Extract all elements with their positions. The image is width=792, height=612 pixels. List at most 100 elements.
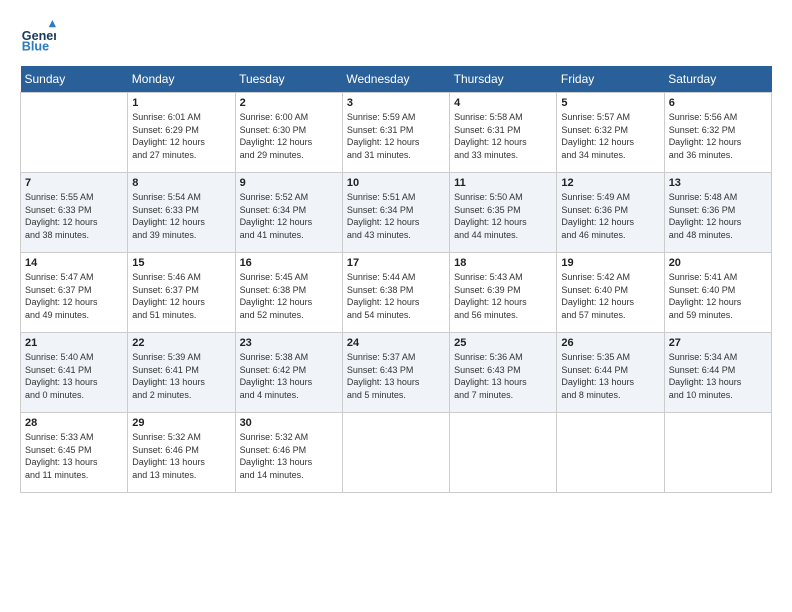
day-info: Sunrise: 5:57 AM Sunset: 6:32 PM Dayligh… bbox=[561, 111, 659, 161]
calendar-week-4: 21 Sunrise: 5:40 AM Sunset: 6:41 PM Dayli… bbox=[21, 333, 772, 413]
calendar-body: 1 Sunrise: 6:01 AM Sunset: 6:29 PM Daylig… bbox=[21, 93, 772, 493]
day-info: Sunrise: 5:41 AM Sunset: 6:40 PM Dayligh… bbox=[669, 271, 767, 321]
day-info: Sunrise: 5:45 AM Sunset: 6:38 PM Dayligh… bbox=[240, 271, 338, 321]
day-number: 11 bbox=[454, 177, 552, 189]
day-number: 24 bbox=[347, 337, 445, 349]
calendar-cell: 1 Sunrise: 6:01 AM Sunset: 6:29 PM Daylig… bbox=[128, 93, 235, 173]
day-number: 17 bbox=[347, 257, 445, 269]
day-number: 19 bbox=[561, 257, 659, 269]
calendar-cell: 4 Sunrise: 5:58 AM Sunset: 6:31 PM Daylig… bbox=[450, 93, 557, 173]
day-number: 10 bbox=[347, 177, 445, 189]
weekday-header-tuesday: Tuesday bbox=[235, 66, 342, 93]
day-info: Sunrise: 5:54 AM Sunset: 6:33 PM Dayligh… bbox=[132, 191, 230, 241]
calendar-cell: 22Sunrise: 5:39 AM Sunset: 6:41 PM Dayli… bbox=[128, 333, 235, 413]
calendar-cell: 19 Sunrise: 5:42 AM Sunset: 6:40 PM Dayli… bbox=[557, 253, 664, 333]
day-number: 9 bbox=[240, 177, 338, 189]
weekday-header-monday: Monday bbox=[128, 66, 235, 93]
calendar-header: SundayMondayTuesdayWednesdayThursdayFrid… bbox=[21, 66, 772, 93]
day-number: 29 bbox=[132, 417, 230, 429]
calendar-cell: 14 Sunrise: 5:47 AM Sunset: 6:37 PM Dayli… bbox=[21, 253, 128, 333]
calendar-cell: 11 Sunrise: 5:50 AM Sunset: 6:35 PM Dayli… bbox=[450, 173, 557, 253]
calendar-cell: 25Sunrise: 5:36 AM Sunset: 6:43 PM Dayli… bbox=[450, 333, 557, 413]
day-number: 14 bbox=[25, 257, 123, 269]
weekday-header-friday: Friday bbox=[557, 66, 664, 93]
day-info: Sunrise: 5:36 AM Sunset: 6:43 PM Dayligh… bbox=[454, 351, 552, 401]
day-number: 6 bbox=[669, 97, 767, 109]
day-info: Sunrise: 5:37 AM Sunset: 6:43 PM Dayligh… bbox=[347, 351, 445, 401]
calendar-cell: 24 Sunrise: 5:37 AM Sunset: 6:43 PM Dayli… bbox=[342, 333, 449, 413]
calendar-week-2: 7 Sunrise: 5:55 AM Sunset: 6:33 PM Daylig… bbox=[21, 173, 772, 253]
day-info: Sunrise: 5:59 AM Sunset: 6:31 PM Dayligh… bbox=[347, 111, 445, 161]
day-info: Sunrise: 5:48 AM Sunset: 6:36 PM Dayligh… bbox=[669, 191, 767, 241]
day-number: 20 bbox=[669, 257, 767, 269]
day-info: Sunrise: 5:42 AM Sunset: 6:40 PM Dayligh… bbox=[561, 271, 659, 321]
calendar-cell: 12 Sunrise: 5:49 AM Sunset: 6:36 PM Dayli… bbox=[557, 173, 664, 253]
calendar-cell bbox=[450, 413, 557, 493]
day-info: Sunrise: 5:34 AM Sunset: 6:44 PM Dayligh… bbox=[669, 351, 767, 401]
calendar-week-1: 1 Sunrise: 6:01 AM Sunset: 6:29 PM Daylig… bbox=[21, 93, 772, 173]
day-info: Sunrise: 5:50 AM Sunset: 6:35 PM Dayligh… bbox=[454, 191, 552, 241]
day-number: 28 bbox=[25, 417, 123, 429]
calendar-week-5: 28 Sunrise: 5:33 AM Sunset: 6:45 PM Dayli… bbox=[21, 413, 772, 493]
day-number: 5 bbox=[561, 97, 659, 109]
day-number: 7 bbox=[25, 177, 123, 189]
day-number: 22 bbox=[132, 337, 230, 349]
calendar-week-3: 14 Sunrise: 5:47 AM Sunset: 6:37 PM Dayli… bbox=[21, 253, 772, 333]
calendar-cell: 9 Sunrise: 5:52 AM Sunset: 6:34 PM Daylig… bbox=[235, 173, 342, 253]
calendar-cell bbox=[342, 413, 449, 493]
calendar-cell: 26Sunrise: 5:35 AM Sunset: 6:44 PM Dayli… bbox=[557, 333, 664, 413]
calendar-cell: 13 Sunrise: 5:48 AM Sunset: 6:36 PM Dayli… bbox=[664, 173, 771, 253]
day-number: 30 bbox=[240, 417, 338, 429]
calendar-cell: 18Sunrise: 5:43 AM Sunset: 6:39 PM Dayli… bbox=[450, 253, 557, 333]
day-number: 1 bbox=[132, 97, 230, 109]
day-info: Sunrise: 5:44 AM Sunset: 6:38 PM Dayligh… bbox=[347, 271, 445, 321]
day-number: 23 bbox=[240, 337, 338, 349]
day-number: 16 bbox=[240, 257, 338, 269]
day-info: Sunrise: 6:01 AM Sunset: 6:29 PM Dayligh… bbox=[132, 111, 230, 161]
calendar-cell: 6Sunrise: 5:56 AM Sunset: 6:32 PM Daylig… bbox=[664, 93, 771, 173]
calendar-cell: 29Sunrise: 5:32 AM Sunset: 6:46 PM Dayli… bbox=[128, 413, 235, 493]
calendar-cell: 28 Sunrise: 5:33 AM Sunset: 6:45 PM Dayli… bbox=[21, 413, 128, 493]
weekday-header-sunday: Sunday bbox=[21, 66, 128, 93]
day-info: Sunrise: 6:00 AM Sunset: 6:30 PM Dayligh… bbox=[240, 111, 338, 161]
day-info: Sunrise: 5:38 AM Sunset: 6:42 PM Dayligh… bbox=[240, 351, 338, 401]
day-number: 27 bbox=[669, 337, 767, 349]
day-number: 12 bbox=[561, 177, 659, 189]
day-number: 21 bbox=[25, 337, 123, 349]
calendar-cell: 15 Sunrise: 5:46 AM Sunset: 6:37 PM Dayli… bbox=[128, 253, 235, 333]
weekday-header-row: SundayMondayTuesdayWednesdayThursdayFrid… bbox=[21, 66, 772, 93]
calendar-cell: 17 Sunrise: 5:44 AM Sunset: 6:38 PM Dayli… bbox=[342, 253, 449, 333]
calendar-cell: 2 Sunrise: 6:00 AM Sunset: 6:30 PM Daylig… bbox=[235, 93, 342, 173]
day-number: 13 bbox=[669, 177, 767, 189]
calendar-cell: 20 Sunrise: 5:41 AM Sunset: 6:40 PM Dayli… bbox=[664, 253, 771, 333]
calendar-cell: 3 Sunrise: 5:59 AM Sunset: 6:31 PM Daylig… bbox=[342, 93, 449, 173]
logo: General Blue bbox=[20, 20, 60, 56]
calendar-cell bbox=[21, 93, 128, 173]
day-number: 2 bbox=[240, 97, 338, 109]
day-info: Sunrise: 5:49 AM Sunset: 6:36 PM Dayligh… bbox=[561, 191, 659, 241]
day-info: Sunrise: 5:52 AM Sunset: 6:34 PM Dayligh… bbox=[240, 191, 338, 241]
page-header: General Blue bbox=[20, 20, 772, 56]
calendar-cell: 5 Sunrise: 5:57 AM Sunset: 6:32 PM Daylig… bbox=[557, 93, 664, 173]
calendar-cell: 8 Sunrise: 5:54 AM Sunset: 6:33 PM Daylig… bbox=[128, 173, 235, 253]
day-number: 18 bbox=[454, 257, 552, 269]
day-info: Sunrise: 5:58 AM Sunset: 6:31 PM Dayligh… bbox=[454, 111, 552, 161]
day-number: 26 bbox=[561, 337, 659, 349]
day-info: Sunrise: 5:55 AM Sunset: 6:33 PM Dayligh… bbox=[25, 191, 123, 241]
day-info: Sunrise: 5:46 AM Sunset: 6:37 PM Dayligh… bbox=[132, 271, 230, 321]
calendar-cell: 7 Sunrise: 5:55 AM Sunset: 6:33 PM Daylig… bbox=[21, 173, 128, 253]
day-info: Sunrise: 5:33 AM Sunset: 6:45 PM Dayligh… bbox=[25, 431, 123, 481]
logo-icon: General Blue bbox=[20, 20, 56, 56]
svg-text:Blue: Blue bbox=[22, 40, 49, 54]
day-number: 8 bbox=[132, 177, 230, 189]
weekday-header-wednesday: Wednesday bbox=[342, 66, 449, 93]
day-number: 15 bbox=[132, 257, 230, 269]
calendar-cell: 27 Sunrise: 5:34 AM Sunset: 6:44 PM Dayli… bbox=[664, 333, 771, 413]
calendar: SundayMondayTuesdayWednesdayThursdayFrid… bbox=[20, 66, 772, 493]
day-number: 3 bbox=[347, 97, 445, 109]
calendar-cell bbox=[664, 413, 771, 493]
day-info: Sunrise: 5:40 AM Sunset: 6:41 PM Dayligh… bbox=[25, 351, 123, 401]
day-info: Sunrise: 5:47 AM Sunset: 6:37 PM Dayligh… bbox=[25, 271, 123, 321]
calendar-cell: 10Sunrise: 5:51 AM Sunset: 6:34 PM Dayli… bbox=[342, 173, 449, 253]
day-number: 4 bbox=[454, 97, 552, 109]
